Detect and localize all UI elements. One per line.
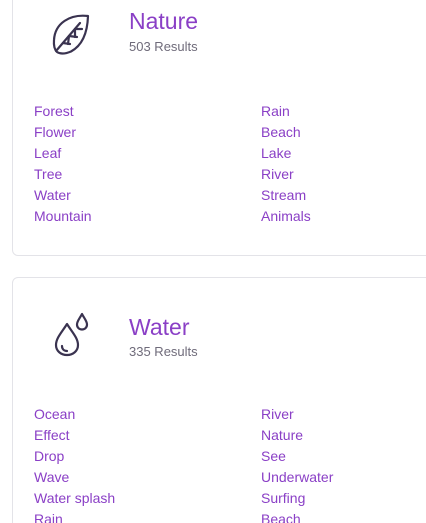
tag-link[interactable]: Beach <box>261 122 311 143</box>
tag-list-right: Rain Beach Lake River Stream Animals <box>261 101 311 227</box>
tag-link[interactable]: Leaf <box>34 143 92 164</box>
tag-link[interactable]: River <box>261 404 333 425</box>
tag-link[interactable]: Mountain <box>34 206 92 227</box>
category-card-water: Water 335 Results Ocean Effect Drop Wave… <box>12 277 426 523</box>
results-count: 503 Results <box>129 39 198 54</box>
tag-link[interactable]: River <box>261 164 311 185</box>
tag-link[interactable]: Underwater <box>261 467 333 488</box>
tag-list-left: Ocean Effect Drop Wave Water splash Rain <box>34 404 115 523</box>
tag-list-left: Forest Flower Leaf Tree Water Mountain <box>34 101 92 227</box>
tag-link[interactable]: Drop <box>34 446 115 467</box>
tag-link[interactable]: Rain <box>261 101 311 122</box>
tag-link[interactable]: Effect <box>34 425 115 446</box>
tag-list-right: River Nature See Underwater Surfing Beac… <box>261 404 333 523</box>
tag-link[interactable]: Water splash <box>34 488 115 509</box>
tag-link[interactable]: Rain <box>34 509 115 523</box>
tag-link[interactable]: Stream <box>261 185 311 206</box>
tag-link[interactable]: Flower <box>34 122 92 143</box>
card-title[interactable]: Water <box>129 316 190 339</box>
tag-link[interactable]: Water <box>34 185 92 206</box>
tag-link[interactable]: Surfing <box>261 488 333 509</box>
leaf-icon <box>47 9 97 59</box>
card-title[interactable]: Nature <box>129 10 198 33</box>
water-drops-icon <box>47 308 97 358</box>
tag-link[interactable]: Nature <box>261 425 333 446</box>
tag-link[interactable]: Lake <box>261 143 311 164</box>
tag-link[interactable]: Tree <box>34 164 92 185</box>
tag-link[interactable]: Beach <box>261 509 333 523</box>
category-card-nature: Nature 503 Results Forest Flower Leaf Tr… <box>12 0 426 256</box>
category-results-page: Nature 503 Results Forest Flower Leaf Tr… <box>0 0 426 523</box>
tag-link[interactable]: Forest <box>34 101 92 122</box>
tag-link[interactable]: See <box>261 446 333 467</box>
tag-link[interactable]: Ocean <box>34 404 115 425</box>
tag-link[interactable]: Wave <box>34 467 115 488</box>
tag-link[interactable]: Animals <box>261 206 311 227</box>
results-count: 335 Results <box>129 344 198 359</box>
